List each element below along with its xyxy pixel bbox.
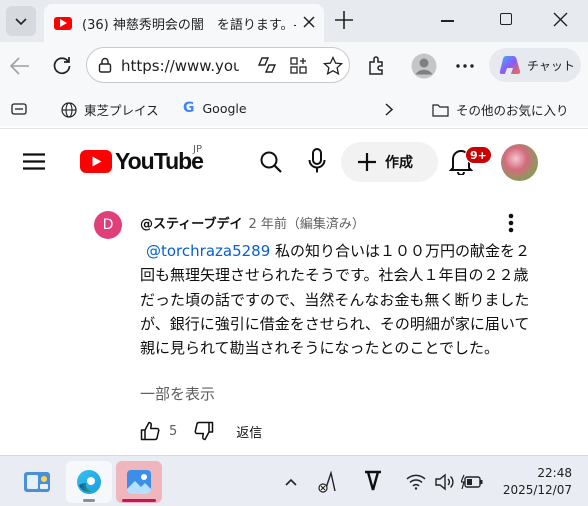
commenter-avatar[interactable]: D [94,211,122,239]
chevron-down-icon [15,18,27,26]
like-count: 5 [169,423,178,439]
notification-count-badge: 9+ [465,146,492,164]
add-app-icon[interactable] [290,57,308,75]
back-arrow-icon[interactable] [10,57,30,75]
edge-browser-icon [77,470,101,494]
chevron-right-icon[interactable] [385,103,393,116]
favorites-bar-icon[interactable] [11,103,27,115]
bookmark-google[interactable]: G Google [183,100,247,116]
taskbar-clock[interactable]: 22:48 2025/12/07 [503,465,572,499]
tray-app-a[interactable] [363,470,383,496]
youtube-play-icon [80,150,112,173]
more-options-icon[interactable] [456,64,474,68]
minimize-button[interactable] [441,20,454,22]
profile-avatar-icon[interactable] [411,53,437,79]
new-tab-icon[interactable] [333,9,355,31]
browser-toolbar: https://www.youtube.com/watch チャット [0,42,588,92]
taskbar-edge[interactable] [66,461,112,503]
copilot-vision-icon[interactable] [257,56,277,74]
search-icon[interactable] [259,150,283,174]
chat-label: チャット [527,58,575,73]
hamburger-menu-icon[interactable] [23,153,45,170]
comment-header: @スティーブデイ 2 年前（編集済み） [140,213,365,232]
youtube-page: YouTube JP 作成 9+ D @スティーブデイ 2 年前（編集済み） @t… [0,128,588,455]
comment-author[interactable]: @スティーブデイ [140,217,242,232]
comment-thread: D @スティーブデイ 2 年前（編集済み） @torchraza5289 私の知り… [0,193,588,456]
url-text: https://www.youtube.com/watch [121,57,239,75]
window-close-icon[interactable] [553,12,568,27]
favorites-bar: 東芝プレイス G Google その他のお気に入り [0,92,588,126]
globe-icon [61,101,77,118]
comment-mention-link[interactable]: @torchraza5289 [146,242,270,260]
dislike-thumb-down-icon[interactable] [194,421,214,441]
battery-charging-icon[interactable] [461,474,483,490]
reply-button[interactable]: 返信 [236,422,262,441]
create-button[interactable]: 作成 [341,142,438,182]
address-bar[interactable]: https://www.youtube.com/watch [86,47,350,83]
region-code: JP [193,144,202,155]
lock-icon [98,57,112,73]
show-hidden-icons-chevron-icon[interactable] [285,478,297,486]
taskbar-photos[interactable] [116,461,162,503]
user-avatar[interactable] [501,144,538,181]
comment-actions: 5 返信 [140,419,262,443]
volume-icon[interactable] [434,473,454,491]
windows-taskbar: 22:48 2025/12/07 [0,455,588,506]
bookmark-label: Google [202,100,247,116]
running-indicator [83,499,95,502]
active-indicator [122,499,156,502]
comment-more-options-icon[interactable] [508,213,514,233]
clock-time: 22:48 [537,466,572,480]
microphone-icon[interactable] [308,148,326,174]
google-g-icon: G [183,100,195,116]
show-more-link[interactable]: 一部を表示 [140,383,215,404]
other-favorites-label: その他のお気に入り [456,103,569,118]
youtube-header: YouTube JP 作成 9+ [0,129,588,193]
clock-date: 2025/12/07 [502,483,572,497]
other-favorites[interactable]: その他のお気に入り [432,100,569,119]
tray-app-pen[interactable] [316,470,338,497]
comment-text: @torchraza5289 私の知り合いは１００万円の献金を２回も無理矢理させ… [140,239,540,360]
wifi-icon[interactable] [406,474,426,490]
youtube-favicon-icon [54,16,72,30]
extensions-puzzle-icon[interactable] [366,55,388,77]
photos-app-icon [127,470,151,494]
youtube-wordmark: YouTube [115,148,204,174]
plus-icon [358,153,376,171]
bookmark-label: 東芝プレイス [84,103,159,118]
favorite-star-icon[interactable] [323,56,343,76]
tab-actions-button[interactable] [6,6,36,36]
folder-icon [432,103,449,117]
pen-tray-icon [318,470,336,493]
font-tray-icon [365,470,381,491]
like-thumb-up-icon[interactable] [140,421,160,441]
browser-tab[interactable]: (36) 神慈秀明会の闇 を語ります。- YouTube [44,4,324,42]
tab-title: (36) 神慈秀明会の闇 を語ります。- YouTube [82,17,296,33]
widgets-weather-icon [24,472,50,492]
maximize-button[interactable] [500,13,512,25]
refresh-icon[interactable] [52,56,72,76]
bookmark-toshiba-place[interactable]: 東芝プレイス [61,100,159,119]
youtube-logo[interactable]: YouTube [80,148,204,174]
tab-bar: (36) 神慈秀明会の闇 を語ります。- YouTube [0,0,588,42]
create-label: 作成 [385,155,413,171]
copilot-icon [499,56,521,74]
copilot-chat-button[interactable]: チャット [489,48,581,82]
taskbar-widgets[interactable] [14,461,60,503]
close-tab-icon[interactable] [302,15,316,29]
comment-timestamp[interactable]: 2 年前（編集済み） [248,217,364,232]
